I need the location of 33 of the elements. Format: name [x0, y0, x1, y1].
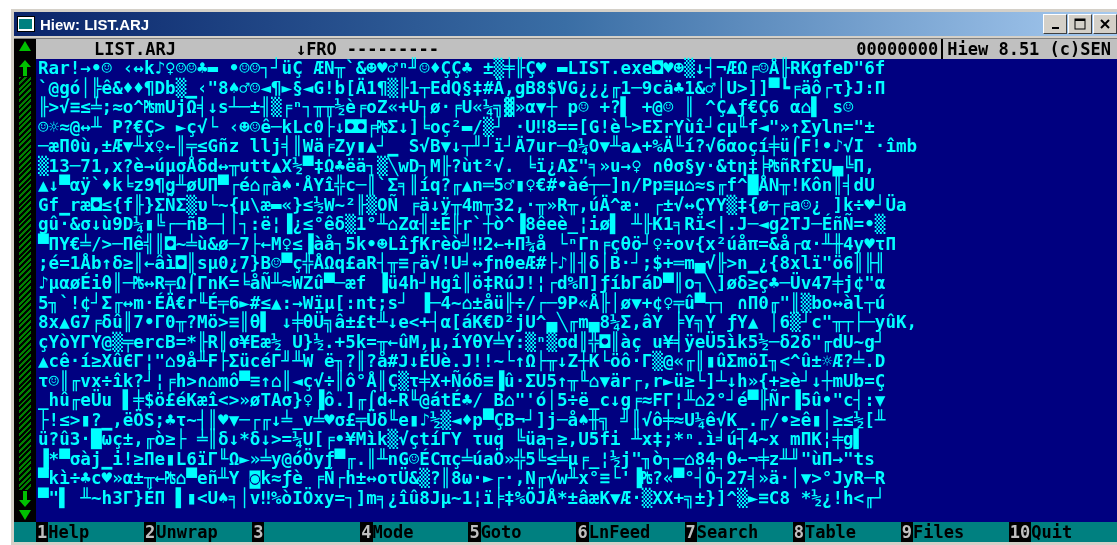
minimize-icon [1051, 27, 1059, 29]
dump-line: ▲↓▀αÿ`♦k╘z9¶g╨øUΠ▀┌é⌂╓à♠·ÅYî╬c─║`Σ╕║íq?╓▲n═5♂▮♀€#•àé┬─]n/Pp≡µ⌂≈s╓f^█ÅN╥!Kôn║╡dU [38, 176, 875, 196]
dump-line: ▲cê·í≥XûЄΓ¦"⌂9å╨F├ΣücéΓ╜╨W ë╖?║?å#J↓ÉUè.J!!~└↑Ω├╥↓Z┼K└öô·Γ▒@«╓║▮ûΣmöI╖<^û±☼Æ?╧.D [38, 352, 886, 372]
line-up-icon[interactable] [18, 59, 32, 77]
function-key[interactable]: 6LnFeed [576, 522, 685, 542]
version-text: Hiew 8.51 (c)SEN [946, 39, 1112, 59]
dump-line: ;é=1Åb↑δ≥║←âì◘║sµ0¿7}B☺▀ç╬ÅΩq£aR┤╥≡┌ä√!U╛↔ƒnθeÆ#├♪║╢δ│B·┘;$+═m▄√╟>n▁¿{8xlï"ö6║╟╢ [38, 254, 886, 274]
function-key[interactable]: 2Unwrap [144, 522, 253, 542]
function-key[interactable]: 1Help [36, 522, 145, 542]
function-key[interactable]: 7Search [684, 522, 793, 542]
function-key[interactable]: 9Files [900, 522, 1009, 542]
maximize-icon [1074, 18, 1086, 30]
function-key[interactable]: 5Goto [468, 522, 577, 542]
close-icon [1100, 19, 1110, 29]
view-mode: ↓FRO [295, 39, 337, 59]
window-title: Hiew: LIST.ARJ [40, 15, 150, 33]
maximize-button[interactable] [1068, 14, 1092, 34]
dump-line: gû·&σ↓ù9D¼▮╚┌─ñB─┤│┐:ë¦▐¿≤°êδ▒1°╨⌂Zα╢±É╟r`┼ò^▐8êeè_¦iø▌ ╨╟K1╕Rï<|.J─◄g2TJ─ÉñÑ=•▒ [38, 215, 886, 235]
minimize-button[interactable] [1043, 14, 1067, 34]
dump-line: ─æΠ0ù,±Æ▼╨x♀←║╤≤Gñz llj╡║Wä╒Zy▮▲┘▁ S√B▼↓┬╜┘ï┘Ä7ur─Ω¼O▼╨a▲+%Ä╙í?√6αoçí╪ü⌠F!•♪√I ·îmb [38, 137, 918, 157]
function-key[interactable]: 8Table [792, 522, 901, 542]
close-button[interactable] [1093, 14, 1117, 34]
dump-line: 8x▲G7╒δû║7•Γ0╥?Mö>≡║θ▌ ↓╪θÜ╗â±£t╨↓e<+┤α[áK€D²jU^▄╲╓m▄8¼Σ,âY ╞Y╗Y ƒY▲ │6▒┘c"╥┬├─yûK, [38, 313, 918, 333]
line-down-icon[interactable] [18, 490, 32, 508]
function-key[interactable]: 10Quit [1008, 522, 1117, 542]
dump-line: _hû╓eÜu ▌╪$ö£éKæî<>»øTAσ}♀▐ô.]╓⌠d←R╙@átÉ♣/_B⌂"'ó│5÷ë_c↓g╒≈FΓ¦╨⌂2°┘é▀╟Ñr▐5û•"c┤:▼ [38, 391, 886, 411]
scroll-up-icon[interactable] [18, 39, 32, 53]
dump-line: ▀"▌ ╨~h3Γ}ÉΠ ▌▮<U♠╕│v‼%òIÖxy=┐]m╕¿îû8Jµ~1¦ï╞‡%ÖJÅ*±âæK▼Æ·▒XX+╗±}]^▒►≡C8 *½¿!h<╓┘ [38, 489, 886, 509]
function-key[interactable]: 4Mode [360, 522, 469, 542]
dump-line: ♪µαøÉiθ║─₧↔R╤Ω⌠ΓnK=╘åÑ╨≈WZû▀─æf ▐ü4h┘Hgî║ö‡RúJ!¦┌d%Π]ƒíbΓáD▀║o┐╲]øδ≥ç♣─Üv47╪j¢"α [38, 274, 886, 294]
function-key[interactable]: 3 [252, 522, 361, 542]
file-name: LIST.ARJ [94, 39, 176, 59]
app-icon [17, 16, 35, 32]
